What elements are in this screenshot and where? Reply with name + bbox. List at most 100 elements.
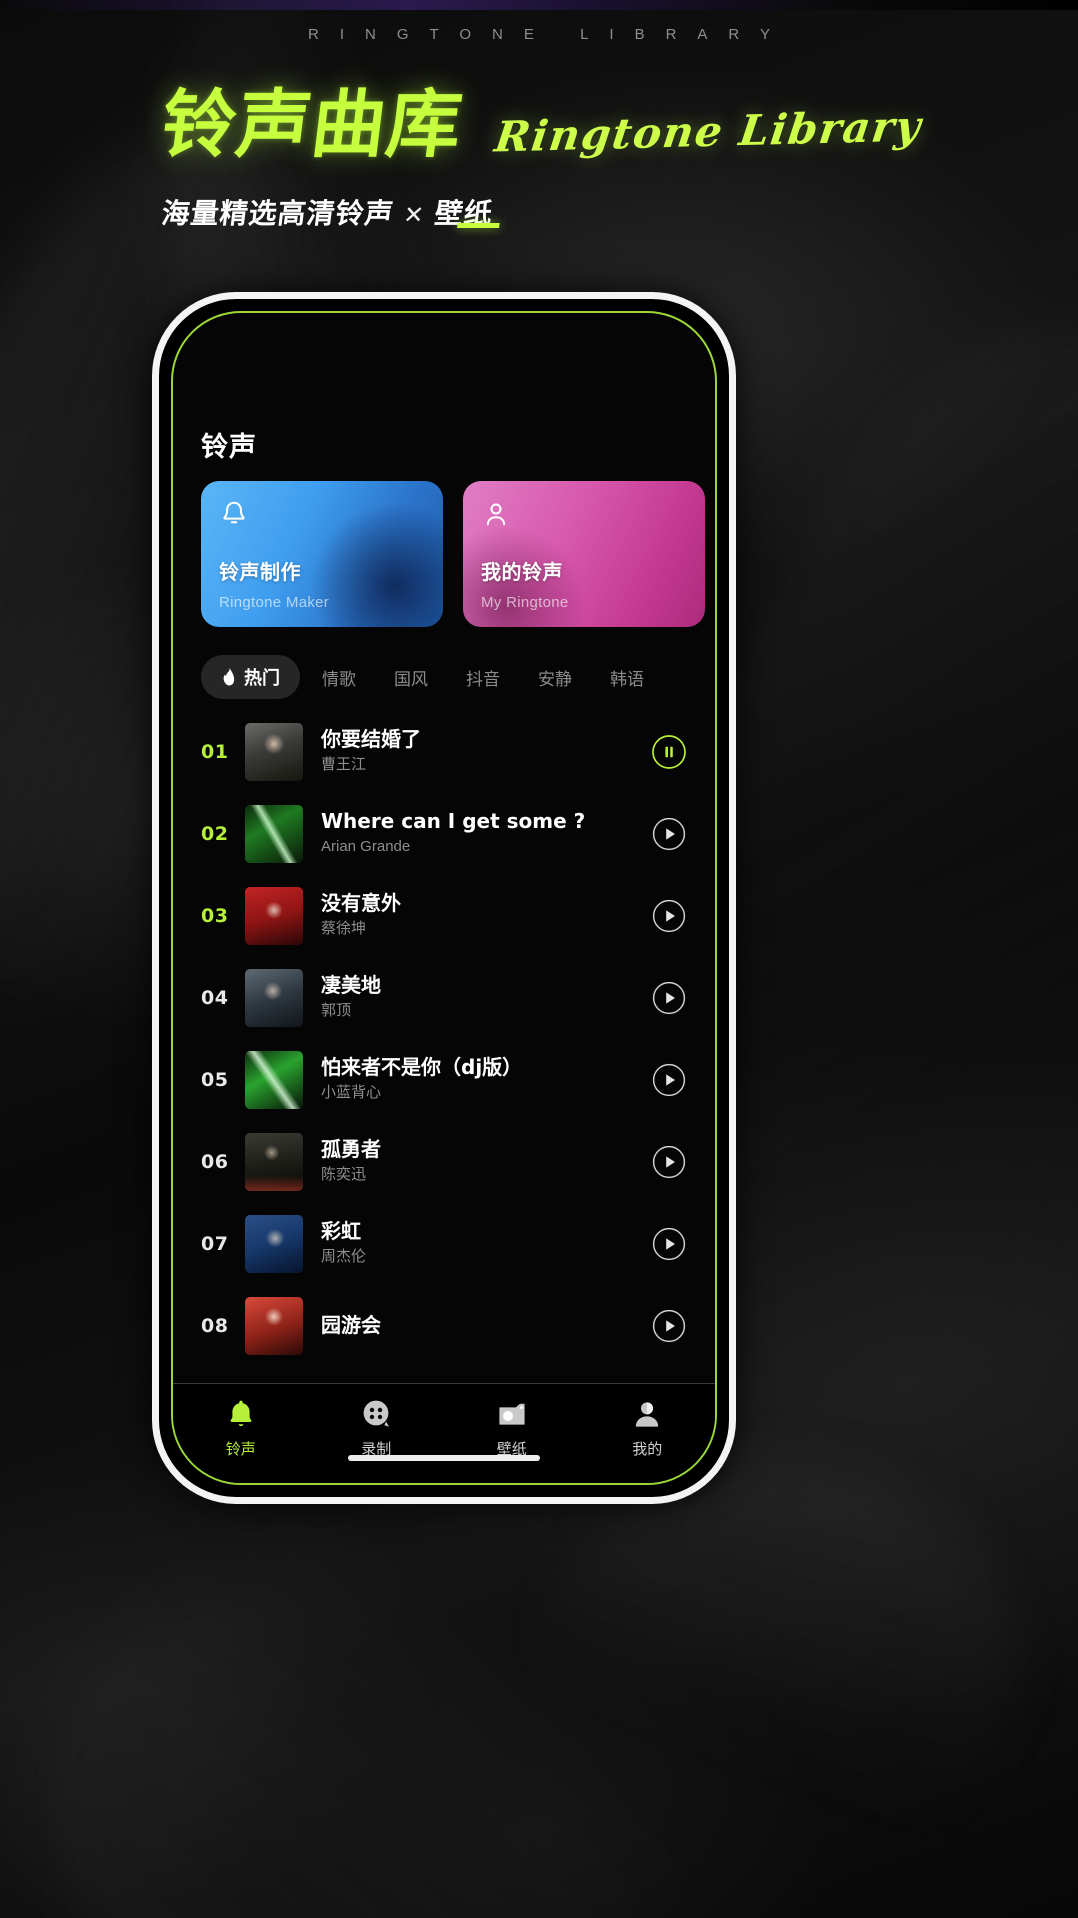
song-row[interactable]: 04 凄美地 郭顶: [173, 957, 715, 1039]
song-cover: [245, 723, 303, 781]
nav-item-mine[interactable]: 我的: [580, 1398, 716, 1459]
song-cover: [245, 969, 303, 1027]
song-rank: 05: [201, 1069, 229, 1091]
song-cover: [245, 887, 303, 945]
song-title: 孤勇者: [321, 1137, 381, 1162]
song-title: Where can I get some ?: [321, 809, 586, 834]
nav-item-record[interactable]: 录制: [309, 1398, 445, 1459]
person-icon: [481, 499, 511, 529]
song-artist: Arian Grande: [321, 838, 411, 856]
person-icon: [631, 1398, 663, 1430]
play-button[interactable]: [651, 1062, 687, 1098]
card-title-cn: 铃声制作: [219, 560, 301, 584]
camera-icon: [496, 1398, 528, 1430]
song-rank: 06: [201, 1151, 229, 1173]
song-meta: 怕来者不是你（dj版） 小蓝背心: [321, 1055, 641, 1105]
subtitle-separator-icon: ✕: [401, 201, 427, 229]
page-title-cn: 铃声曲库: [156, 82, 468, 168]
silk-fold-4: [0, 1441, 793, 1918]
tab-love-songs[interactable]: 情歌: [306, 656, 372, 699]
song-rank: 04: [201, 987, 229, 1009]
subtitle-underline: [457, 223, 500, 228]
song-cover: [245, 1051, 303, 1109]
flame-icon: [221, 668, 236, 686]
card-title-en: My Ringtone: [481, 594, 569, 611]
song-meta: 没有意外 蔡徐坤: [321, 891, 641, 941]
play-button[interactable]: [651, 816, 687, 852]
song-meta: 彩虹 周杰伦: [321, 1219, 641, 1269]
song-cover: [245, 805, 303, 863]
song-artist: 周杰伦: [321, 1248, 367, 1266]
poster-background: RINGTONE LIBRARY 铃声曲库 Ringtone Library 海量…: [0, 0, 1078, 1918]
home-indicator: [348, 1455, 540, 1461]
song-artist: 小蓝背心: [321, 1084, 382, 1102]
app-page-title: 铃声: [201, 432, 257, 463]
pause-button[interactable]: [651, 734, 687, 770]
tab-guofeng[interactable]: 国风: [378, 656, 444, 699]
record-icon: [360, 1398, 392, 1430]
song-rank: 07: [201, 1233, 229, 1255]
subtitle-left: 海量精选高清铃声: [159, 197, 396, 230]
phone-mockup: 铃声 铃声制作 Ringtone Maker 我的铃声 My Ringtone …: [152, 292, 736, 1504]
song-artist: 陈奕迅: [321, 1166, 367, 1184]
song-title: 怕来者不是你（dj版）: [321, 1055, 523, 1080]
tab-label: 热门: [244, 668, 280, 689]
song-row[interactable]: 07 彩虹 周杰伦: [173, 1203, 715, 1285]
song-title: 彩虹: [321, 1219, 361, 1244]
play-button[interactable]: [651, 1144, 687, 1180]
song-artist: 蔡徐坤: [321, 920, 367, 938]
silk-fold-5: [538, 1458, 1018, 1878]
subtitle: 海量精选高清铃声 ✕ 壁纸: [159, 192, 500, 232]
home-indicator-area: [173, 1455, 715, 1461]
bottom-navigation[interactable]: 铃声 录制 壁纸 我的: [173, 1383, 715, 1483]
song-row[interactable]: 06 孤勇者 陈奕迅: [173, 1121, 715, 1203]
card-ringtone-maker[interactable]: 铃声制作 Ringtone Maker: [201, 481, 443, 627]
song-rank: 08: [201, 1315, 229, 1337]
card-title-en: Ringtone Maker: [219, 594, 330, 611]
song-rank: 02: [201, 823, 229, 845]
song-artist: 郭顶: [321, 1002, 352, 1020]
song-title: 没有意外: [321, 891, 401, 916]
play-button[interactable]: [651, 898, 687, 934]
category-tab-bar[interactable]: 热门 情歌 国风 抖音 安静 韩语: [201, 655, 715, 699]
tab-korean[interactable]: 韩语: [594, 656, 660, 699]
play-button[interactable]: [651, 980, 687, 1016]
song-meta: 孤勇者 陈奕迅: [321, 1137, 641, 1187]
card-my-ringtone[interactable]: 我的铃声 My Ringtone: [463, 481, 705, 627]
song-row[interactable]: 05 怕来者不是你（dj版） 小蓝背心: [173, 1039, 715, 1121]
tab-quiet[interactable]: 安静: [522, 656, 588, 699]
song-title: 凄美地: [321, 973, 381, 998]
song-cover: [245, 1297, 303, 1355]
app-viewport: 铃声 铃声制作 Ringtone Maker 我的铃声 My Ringtone …: [173, 313, 715, 1483]
page-title-en: Ringtone Library: [491, 101, 925, 162]
song-rank: 03: [201, 905, 229, 927]
song-meta: 凄美地 郭顶: [321, 973, 641, 1023]
song-row[interactable]: 01 你要结婚了 曹王江: [173, 711, 715, 793]
play-button[interactable]: [651, 1226, 687, 1262]
song-meta: 园游会: [321, 1313, 641, 1340]
song-cover: [245, 1133, 303, 1191]
card-title-cn: 我的铃声: [481, 560, 563, 584]
song-title: 园游会: [321, 1312, 381, 1337]
nav-item-wallpaper[interactable]: 壁纸: [444, 1398, 580, 1459]
song-row[interactable]: 02 Where can I get some ? Arian Grande: [173, 793, 715, 875]
song-meta: Where can I get some ? Arian Grande: [321, 809, 641, 859]
tab-hot[interactable]: 热门: [201, 655, 300, 699]
song-list[interactable]: 01 你要结婚了 曹王江 02 Where can I get some ? A…: [173, 711, 715, 1387]
song-row[interactable]: 08 园游会: [173, 1285, 715, 1367]
nav-item-ringtone[interactable]: 铃声: [173, 1398, 309, 1459]
title-block: 铃声曲库 Ringtone Library: [157, 82, 942, 168]
song-meta: 你要结婚了 曹王江: [321, 727, 641, 777]
feature-card-row: 铃声制作 Ringtone Maker 我的铃声 My Ringtone: [201, 481, 705, 627]
tab-douyin[interactable]: 抖音: [450, 656, 516, 699]
phone-screen: 铃声 铃声制作 Ringtone Maker 我的铃声 My Ringtone …: [171, 311, 717, 1485]
song-rank: 01: [201, 741, 229, 763]
top-glow-strip: [0, 0, 1078, 10]
bell-icon: [219, 499, 249, 529]
bell-icon: [225, 1398, 257, 1430]
song-cover: [245, 1215, 303, 1273]
song-row[interactable]: 03 没有意外 蔡徐坤: [173, 875, 715, 957]
play-button[interactable]: [651, 1308, 687, 1344]
song-artist: 曹王江: [321, 756, 367, 774]
song-title: 你要结婚了: [321, 727, 421, 752]
